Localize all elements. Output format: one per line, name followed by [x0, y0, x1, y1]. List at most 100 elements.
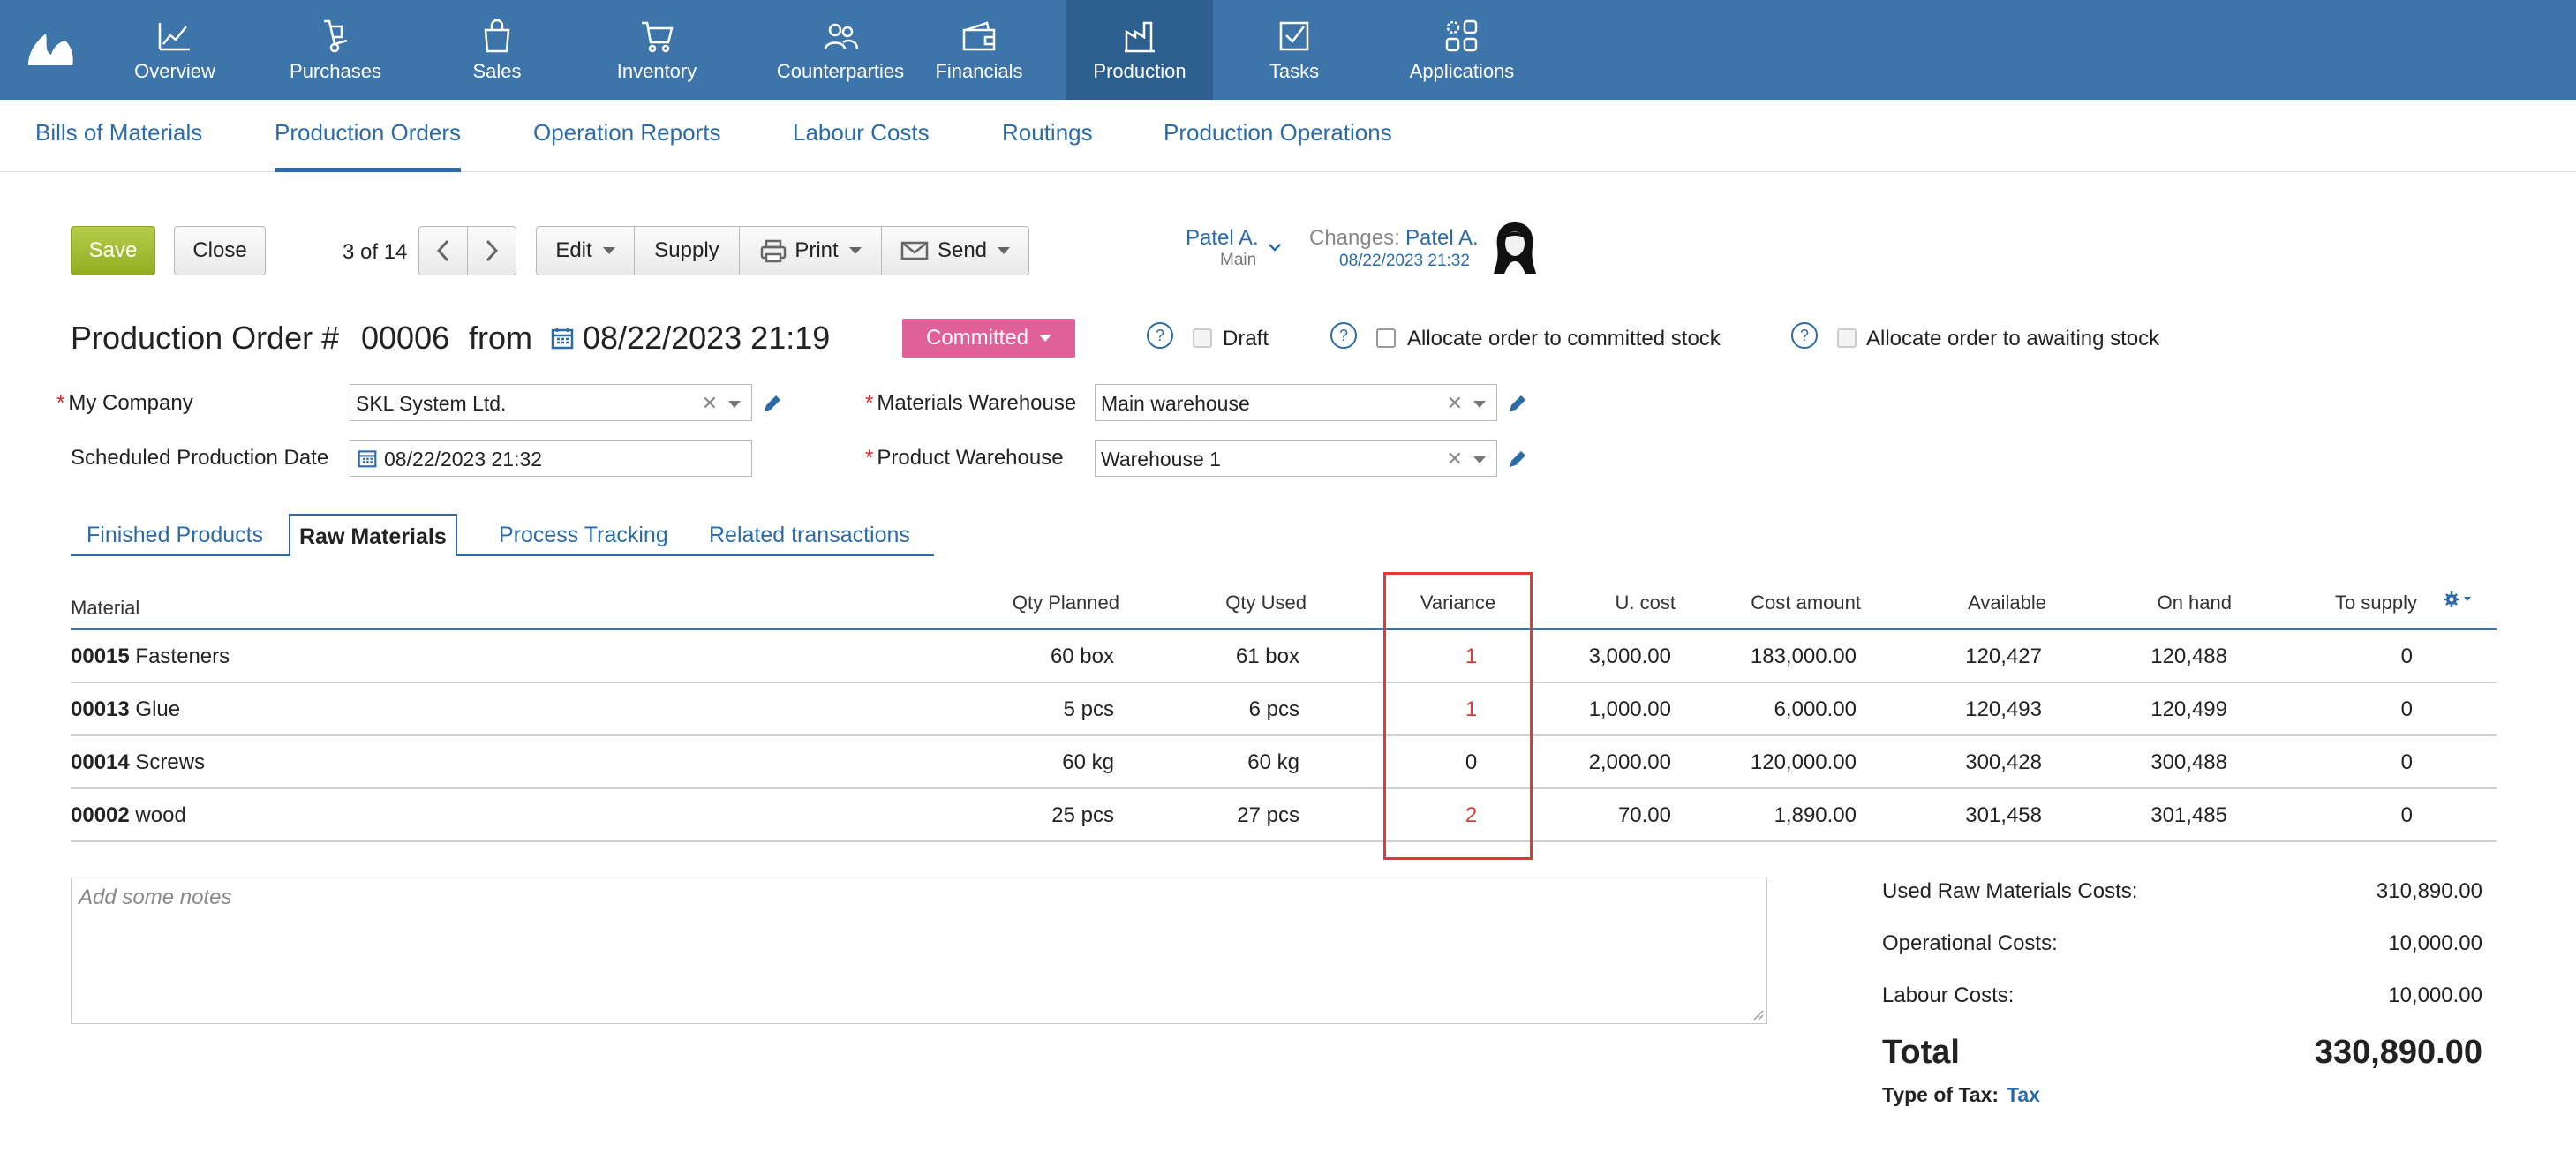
material-cell[interactable]: 00013 Glue [71, 697, 180, 722]
help-icon[interactable]: ? [1791, 322, 1818, 349]
column-settings-gear-icon[interactable] [2442, 590, 2474, 609]
available-cell: 300,428 [1965, 750, 2042, 774]
cost-amount-cell: 1,890.00 [1774, 803, 1857, 827]
product-warehouse-select[interactable]: Warehouse 1 ✕ [1095, 440, 1497, 477]
qty-planned-cell[interactable]: 60 box [971, 644, 1114, 669]
owner-chevron-down-icon[interactable] [1268, 242, 1282, 252]
qty-planned-cell[interactable]: 5 pcs [971, 697, 1114, 722]
clear-icon[interactable]: ✕ [1447, 392, 1463, 415]
operational-costs-label: Operational Costs: [1882, 931, 2058, 955]
subnav-bills-of-materials[interactable]: Bills of Materials [35, 119, 202, 172]
notes-textarea[interactable]: Add some notes [71, 878, 1767, 1024]
chevron-down-icon[interactable] [1473, 456, 1486, 463]
clear-icon[interactable]: ✕ [702, 392, 718, 415]
app-logo-icon[interactable] [25, 25, 76, 69]
edit-pencil-icon[interactable] [761, 392, 784, 415]
clear-icon[interactable]: ✕ [1447, 448, 1463, 471]
qty-used-cell[interactable]: 6 pcs [1148, 697, 1299, 722]
u-cost-cell[interactable]: 2,000.00 [1554, 750, 1671, 775]
scheduled-date-input[interactable]: 08/22/2023 21:32 [350, 440, 752, 477]
nav-purchases[interactable]: Purchases [282, 0, 388, 100]
tab-raw-materials[interactable]: Raw Materials [289, 514, 457, 556]
save-button[interactable]: Save [71, 226, 155, 275]
col-cost-amount[interactable]: Cost amount [1695, 591, 1861, 614]
col-to-supply[interactable]: To supply [2242, 591, 2417, 614]
edit-dropdown-button[interactable]: Edit [536, 226, 635, 275]
nav-sales-label: Sales [472, 59, 522, 82]
edit-pencil-icon[interactable] [1506, 392, 1529, 415]
chevron-down-icon[interactable] [728, 401, 741, 408]
tax-type-link[interactable]: Tax [2007, 1083, 2040, 1107]
operational-costs-value: 10,000.00 [2388, 931, 2482, 955]
qty-used-cell[interactable]: 60 kg [1148, 750, 1299, 775]
my-company-select[interactable]: SKL System Ltd. ✕ [350, 384, 752, 421]
nav-financials-label: Financials [935, 59, 1023, 82]
top-navigation: Overview Purchases Sales Inventory Count… [0, 0, 2576, 100]
col-available[interactable]: Available [1872, 591, 2046, 614]
nav-inventory[interactable]: Inventory [607, 0, 706, 100]
edit-pencil-icon[interactable] [1506, 448, 1529, 471]
qty-planned-cell[interactable]: 25 pcs [971, 803, 1114, 828]
changes-user-link[interactable]: Patel A. [1405, 226, 1479, 251]
status-dropdown[interactable]: Committed [902, 319, 1075, 358]
subnav-production-orders[interactable]: Production Orders [275, 119, 461, 172]
close-button[interactable]: Close [174, 226, 266, 275]
help-icon[interactable]: ? [1147, 322, 1173, 349]
qty-used-cell[interactable]: 61 box [1148, 644, 1299, 669]
col-qty-planned[interactable]: Qty Planned [971, 591, 1119, 614]
material-cell[interactable]: 00015 Fasteners [71, 644, 230, 669]
tab-finished-products[interactable]: Finished Products [78, 514, 272, 556]
nav-sales[interactable]: Sales [459, 0, 535, 100]
avatar[interactable] [1490, 221, 1540, 275]
nav-tasks[interactable]: Tasks [1254, 0, 1335, 100]
subnav-labour-costs[interactable]: Labour Costs [793, 119, 930, 172]
allocate-awaiting-checkbox[interactable] [1837, 328, 1857, 348]
next-button[interactable] [467, 226, 516, 275]
subnav-routings[interactable]: Routings [1002, 119, 1093, 172]
cost-amount-cell: 120,000.00 [1750, 750, 1857, 774]
nav-counterparties[interactable]: Counterparties [752, 0, 929, 100]
chevron-left-icon [436, 239, 449, 262]
qty-planned-cell[interactable]: 60 kg [971, 750, 1114, 775]
resize-handle-icon[interactable] [1750, 1006, 1764, 1021]
send-dropdown-button[interactable]: Send [881, 226, 1029, 275]
col-u-cost[interactable]: U. cost [1554, 591, 1676, 614]
u-cost-cell[interactable]: 70.00 [1554, 803, 1671, 828]
qty-used-cell[interactable]: 27 pcs [1148, 803, 1299, 828]
col-qty-used[interactable]: Qty Used [1148, 591, 1307, 614]
row-divider [71, 787, 2497, 789]
calendar-icon[interactable] [551, 327, 574, 350]
prev-button[interactable] [418, 226, 468, 275]
col-on-hand[interactable]: On hand [2057, 591, 2232, 614]
owner-link[interactable]: Patel A. [1186, 226, 1259, 251]
send-label: Send [937, 238, 988, 262]
supply-button[interactable]: Supply [634, 226, 740, 275]
materials-warehouse-label: * Materials Warehouse [865, 391, 1077, 415]
nav-overview[interactable]: Overview [132, 0, 217, 100]
product-warehouse-label: * Product Warehouse [865, 446, 1064, 470]
materials-warehouse-select[interactable]: Main warehouse ✕ [1095, 384, 1497, 421]
draft-checkbox[interactable] [1193, 328, 1212, 348]
allocate-committed-checkbox[interactable] [1376, 328, 1396, 348]
tab-process-tracking[interactable]: Process Tracking [490, 514, 677, 556]
raw-materials-costs-label: Used Raw Materials Costs: [1882, 879, 2138, 903]
on-hand-cell: 301,485 [2150, 803, 2227, 827]
nav-financials[interactable]: Financials [930, 0, 1028, 100]
order-number[interactable]: 00006 [361, 320, 449, 357]
calendar-icon[interactable] [358, 448, 377, 468]
order-date[interactable]: 08/22/2023 21:19 [583, 320, 830, 357]
chevron-down-icon[interactable] [1473, 401, 1486, 408]
material-cell[interactable]: 00002 wood [71, 803, 186, 828]
print-dropdown-button[interactable]: Print [739, 226, 882, 275]
tab-related-transactions[interactable]: Related transactions [700, 514, 919, 556]
u-cost-cell[interactable]: 3,000.00 [1554, 644, 1671, 669]
u-cost-cell[interactable]: 1,000.00 [1554, 697, 1671, 722]
product-warehouse-value: Warehouse 1 [1101, 448, 1221, 471]
nav-applications[interactable]: Applications [1404, 0, 1520, 100]
subnav-operation-reports[interactable]: Operation Reports [533, 119, 720, 172]
help-icon[interactable]: ? [1330, 322, 1357, 349]
material-cell[interactable]: 00014 Screws [71, 750, 205, 775]
subnav-production-operations[interactable]: Production Operations [1164, 119, 1392, 172]
nav-production[interactable]: Production [1066, 0, 1213, 100]
col-material[interactable]: Material [71, 597, 139, 620]
